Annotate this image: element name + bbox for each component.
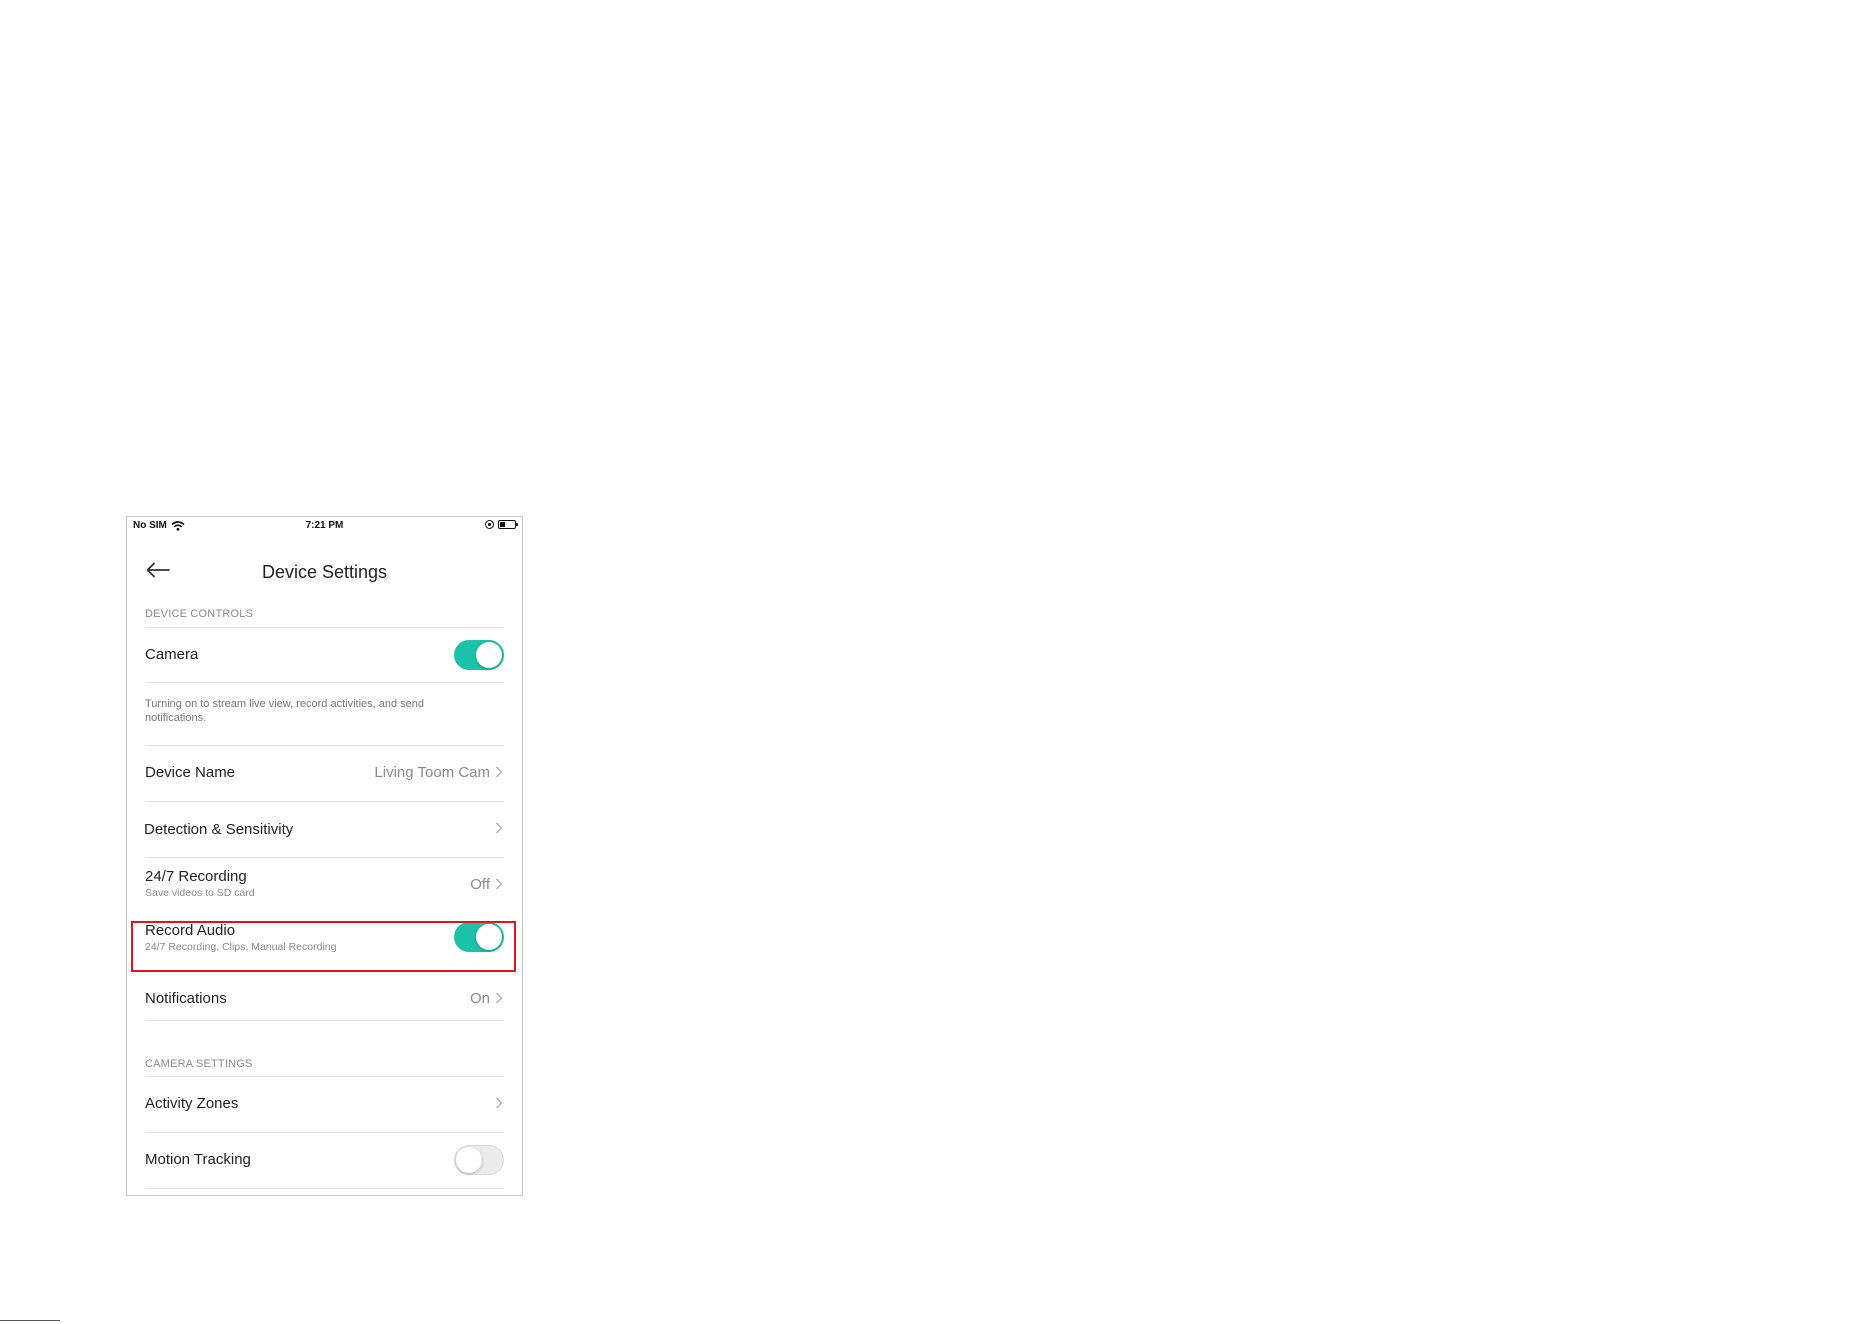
rotation-lock-icon — [485, 520, 494, 529]
record-audio-toggle[interactable] — [454, 922, 504, 952]
section-header-camera-settings: CAMERA SETTINGS — [145, 1058, 253, 1070]
camera-row: Camera — [145, 628, 504, 682]
record-audio-label: Record Audio — [145, 922, 236, 939]
divider — [145, 682, 504, 683]
status-time: 7:21 PM — [305, 520, 344, 531]
toggle-knob — [476, 642, 502, 668]
motion-tracking-label: Motion Tracking — [145, 1151, 251, 1168]
phone-screenshot: No SIM 7:21 PM Device Settings DEVICE CO… — [126, 516, 523, 1196]
device-name-value: Living Toom Cam — [374, 764, 490, 781]
motion-tracking-row: Motion Tracking — [145, 1133, 504, 1188]
chevron-right-icon — [495, 1097, 503, 1109]
chevron-right-icon — [495, 878, 503, 890]
recording-value: Off — [470, 876, 490, 893]
battery-icon — [498, 520, 518, 529]
detection-sensitivity-row[interactable]: Detection & Sensitivity — [144, 802, 504, 857]
recording-subtitle: Save videos to SD card — [145, 887, 255, 899]
toggle-knob — [456, 1147, 482, 1173]
activity-zones-row[interactable]: Activity Zones — [145, 1077, 504, 1132]
nav-bar: Device Settings — [127, 549, 522, 593]
divider — [145, 1020, 504, 1021]
page-bottom-rule — [0, 1320, 60, 1321]
detection-sensitivity-label: Detection & Sensitivity — [144, 821, 294, 838]
notifications-label: Notifications — [145, 990, 227, 1007]
record-audio-subtitle: 24/7 Recording, Clips, Manual Recording — [145, 941, 337, 953]
device-name-label: Device Name — [145, 764, 236, 781]
activity-zones-label: Activity Zones — [145, 1095, 239, 1112]
section-header-device-controls: DEVICE CONTROLS — [145, 608, 254, 620]
camera-description: Turning on to stream live view, record a… — [145, 698, 425, 724]
chevron-right-icon — [495, 822, 503, 834]
status-bar: No SIM 7:21 PM — [127, 517, 522, 535]
notifications-value: On — [469, 990, 490, 1007]
device-name-row[interactable]: Device Name Living Toom Cam — [145, 746, 504, 801]
toggle-knob — [476, 924, 502, 950]
chevron-right-icon — [495, 992, 503, 1004]
recording-label: 24/7 Recording — [145, 868, 247, 885]
camera-toggle[interactable] — [454, 640, 504, 670]
record-audio-row: Record Audio 24/7 Recording, Clips, Manu… — [145, 918, 504, 966]
camera-label: Camera — [145, 646, 199, 663]
chevron-right-icon — [495, 766, 503, 778]
page-title: Device Settings — [261, 562, 388, 582]
divider — [145, 1188, 504, 1189]
motion-tracking-toggle[interactable] — [454, 1145, 504, 1175]
recording-row[interactable]: 24/7 Recording Save videos to SD card Of… — [145, 858, 504, 912]
